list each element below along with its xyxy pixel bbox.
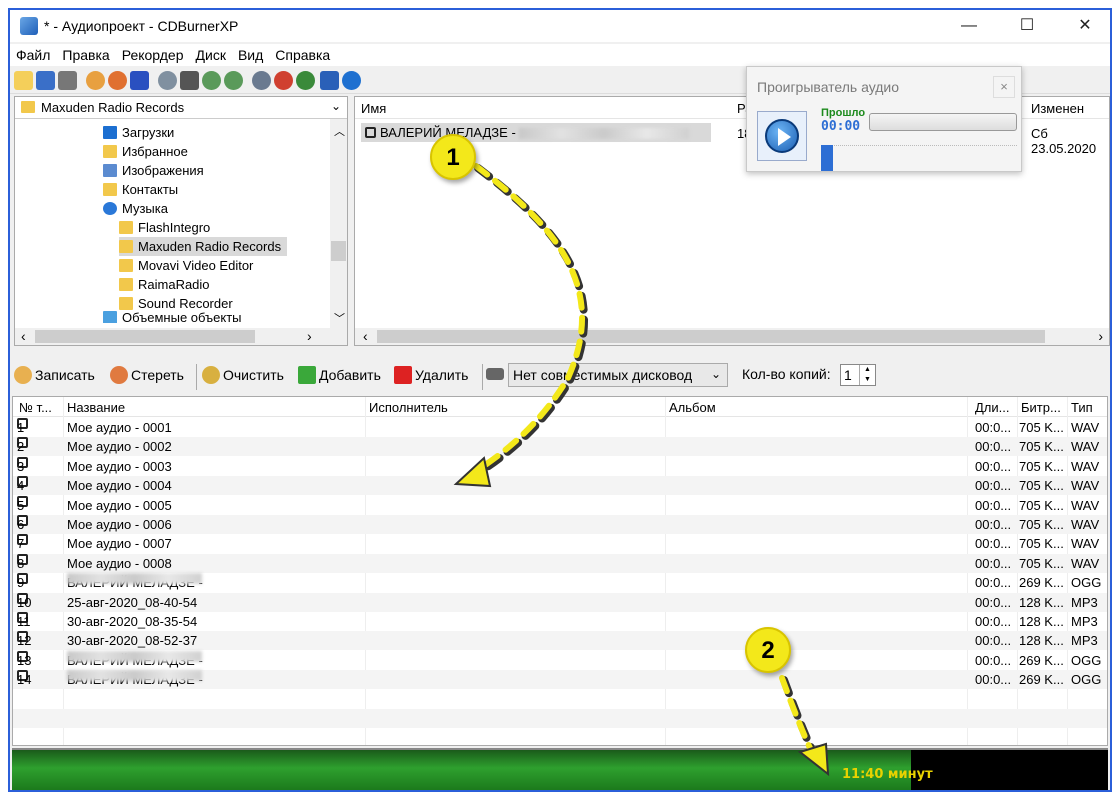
arrow-1 [465,163,586,479]
annotation-badge-2: 2 [745,627,791,673]
annotation-arrows [453,163,830,777]
arrow-2-head [797,742,830,777]
arrow-2 [779,675,813,751]
arrow-1-head [453,456,492,488]
annotation-badge-1: 1 [430,134,476,180]
